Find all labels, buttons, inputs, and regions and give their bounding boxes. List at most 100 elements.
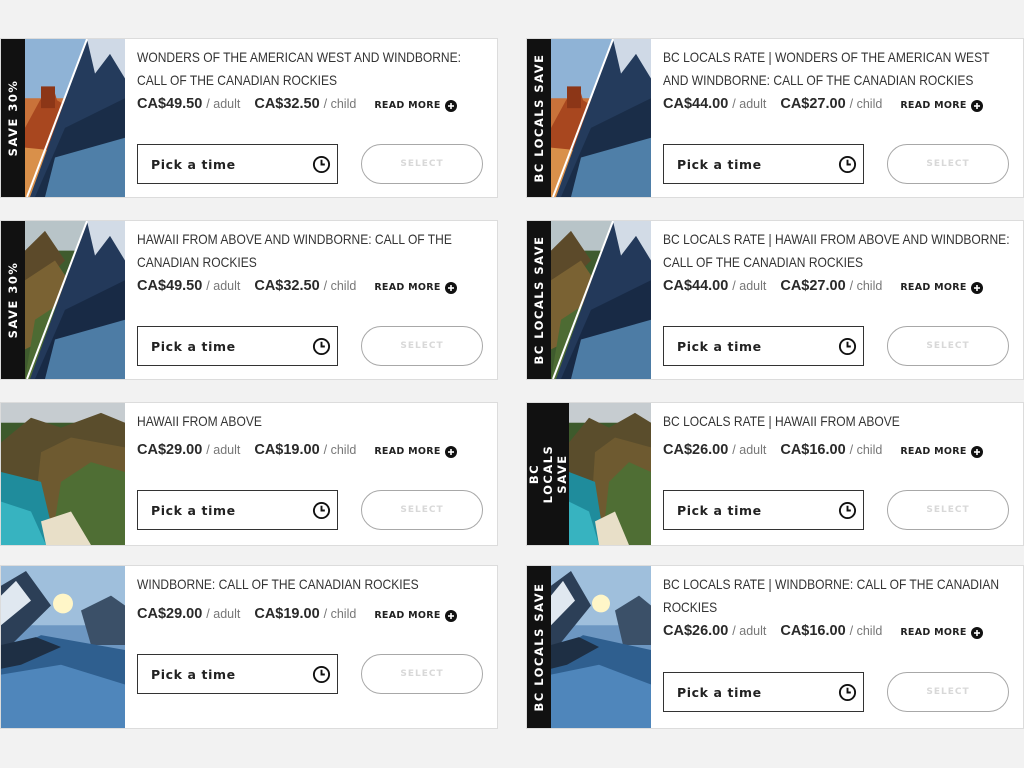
plus-circle-icon	[970, 626, 983, 639]
tour-card: BC LOCALS SAVE BC LOCALS RATE | HAWAII F…	[526, 402, 1024, 546]
pick-time-label: Pick a time	[677, 685, 762, 700]
pick-time-label: Pick a time	[677, 339, 762, 354]
child-price: CA$27.00	[780, 278, 846, 294]
pick-time-dropdown[interactable]: Pick a time	[137, 144, 338, 184]
child-price: CA$27.00	[780, 96, 846, 112]
clock-icon	[838, 337, 857, 356]
tour-card: BC LOCALS SAVE BC LOCALS RATE | HAWAII F…	[526, 220, 1024, 380]
child-unit: / child	[849, 97, 883, 111]
child-unit: / child	[323, 279, 357, 293]
save-badge: BC LOCALS SAVE	[527, 566, 551, 728]
child-price: CA$19.00	[254, 606, 320, 622]
save-badge: BC LOCALS SAVE	[527, 403, 569, 545]
select-button[interactable]: SELECT	[361, 326, 483, 366]
pick-time-dropdown[interactable]: Pick a time	[663, 144, 864, 184]
adult-price: CA$44.00	[663, 96, 729, 112]
adult-unit: / adult	[206, 279, 241, 293]
pick-time-dropdown[interactable]: Pick a time	[137, 490, 338, 530]
adult-unit: / adult	[732, 279, 767, 293]
adult-unit: / adult	[206, 97, 241, 111]
pick-time-dropdown[interactable]: Pick a time	[663, 672, 864, 712]
adult-price: CA$26.00	[663, 623, 729, 639]
child-unit: / child	[849, 279, 883, 293]
tour-image	[569, 403, 651, 545]
tour-image	[551, 566, 651, 728]
adult-unit: / adult	[206, 443, 241, 457]
tour-card: SAVE 30% WONDERS OF THE AMERICAN WEST AN…	[0, 38, 498, 198]
pick-time-dropdown[interactable]: Pick a time	[137, 326, 338, 366]
adult-price: CA$49.50	[137, 96, 203, 112]
clock-icon	[838, 501, 857, 520]
price-row: CA$44.00 / adult CA$27.00 / child READ M…	[663, 96, 983, 112]
select-button[interactable]: SELECT	[887, 672, 1009, 712]
clock-icon	[312, 501, 331, 520]
select-button[interactable]: SELECT	[887, 490, 1009, 530]
adult-price: CA$29.00	[137, 442, 203, 458]
child-price: CA$16.00	[780, 623, 846, 639]
pick-time-label: Pick a time	[677, 503, 762, 518]
plus-circle-icon	[970, 281, 983, 294]
save-badge: BC LOCALS SAVE	[527, 221, 551, 379]
save-badge: BC LOCALS SAVE	[527, 39, 551, 197]
read-more-link[interactable]: READ MORE	[374, 99, 457, 112]
select-button[interactable]: SELECT	[361, 144, 483, 184]
tour-title: BC LOCALS RATE | HAWAII FROM ABOVE	[663, 413, 900, 429]
tour-image	[551, 221, 651, 379]
price-row: CA$26.00 / adult CA$16.00 / child READ M…	[663, 623, 983, 639]
adult-price: CA$44.00	[663, 278, 729, 294]
tour-title: BC LOCALS RATE | WINDBORNE: CALL OF THE …	[663, 576, 1000, 615]
price-row: CA$26.00 / adult CA$16.00 / child READ M…	[663, 442, 983, 458]
adult-price: CA$26.00	[663, 442, 729, 458]
pick-time-label: Pick a time	[151, 157, 236, 172]
pick-time-dropdown[interactable]: Pick a time	[663, 490, 864, 530]
read-more-link[interactable]: READ MORE	[900, 445, 983, 458]
adult-unit: / adult	[732, 443, 767, 457]
tour-title: HAWAII FROM ABOVE AND WINDBORNE: CALL OF…	[137, 231, 452, 270]
tour-title: BC LOCALS RATE | WONDERS OF THE AMERICAN…	[663, 49, 990, 88]
read-more-link[interactable]: READ MORE	[900, 99, 983, 112]
pick-time-label: Pick a time	[677, 157, 762, 172]
pick-time-label: Pick a time	[151, 503, 236, 518]
read-more-link[interactable]: READ MORE	[900, 626, 983, 639]
tour-title: HAWAII FROM ABOVE	[137, 413, 262, 429]
child-unit: / child	[849, 624, 883, 638]
child-unit: / child	[323, 443, 357, 457]
tour-card: BC LOCALS SAVE BC LOCALS RATE | WINDBORN…	[526, 565, 1024, 729]
plus-circle-icon	[444, 281, 457, 294]
save-badge: SAVE 30%	[1, 221, 25, 379]
save-badge: SAVE 30%	[1, 39, 25, 197]
child-price: CA$32.50	[254, 278, 320, 294]
clock-icon	[312, 337, 331, 356]
child-price: CA$19.00	[254, 442, 320, 458]
select-button[interactable]: SELECT	[361, 490, 483, 530]
pick-time-label: Pick a time	[151, 339, 236, 354]
tour-card: SAVE 30% HAWAII FROM ABOVE AND WINDBORNE…	[0, 220, 498, 380]
price-row: CA$29.00 / adult CA$19.00 / child READ M…	[137, 442, 457, 458]
read-more-link[interactable]: READ MORE	[900, 281, 983, 294]
adult-price: CA$29.00	[137, 606, 203, 622]
tour-image	[1, 566, 125, 728]
child-price: CA$16.00	[780, 442, 846, 458]
read-more-link[interactable]: READ MORE	[374, 281, 457, 294]
pick-time-dropdown[interactable]: Pick a time	[663, 326, 864, 366]
select-button[interactable]: SELECT	[887, 326, 1009, 366]
adult-unit: / adult	[206, 607, 241, 621]
adult-unit: / adult	[732, 97, 767, 111]
adult-price: CA$49.50	[137, 278, 203, 294]
select-button[interactable]: SELECT	[887, 144, 1009, 184]
tour-card: HAWAII FROM ABOVE CA$29.00 / adult CA$19…	[0, 402, 498, 546]
tour-card: BC LOCALS SAVE BC LOCALS RATE | WONDERS …	[526, 38, 1024, 198]
pick-time-label: Pick a time	[151, 667, 236, 682]
plus-circle-icon	[970, 445, 983, 458]
read-more-link[interactable]: READ MORE	[374, 609, 457, 622]
read-more-link[interactable]: READ MORE	[374, 445, 457, 458]
tour-image	[25, 221, 125, 379]
price-row: CA$49.50 / adult CA$32.50 / child READ M…	[137, 96, 457, 112]
select-button[interactable]: SELECT	[361, 654, 483, 694]
pick-time-dropdown[interactable]: Pick a time	[137, 654, 338, 694]
child-price: CA$32.50	[254, 96, 320, 112]
child-unit: / child	[849, 443, 883, 457]
adult-unit: / adult	[732, 624, 767, 638]
price-row: CA$44.00 / adult CA$27.00 / child READ M…	[663, 278, 983, 294]
plus-circle-icon	[970, 99, 983, 112]
